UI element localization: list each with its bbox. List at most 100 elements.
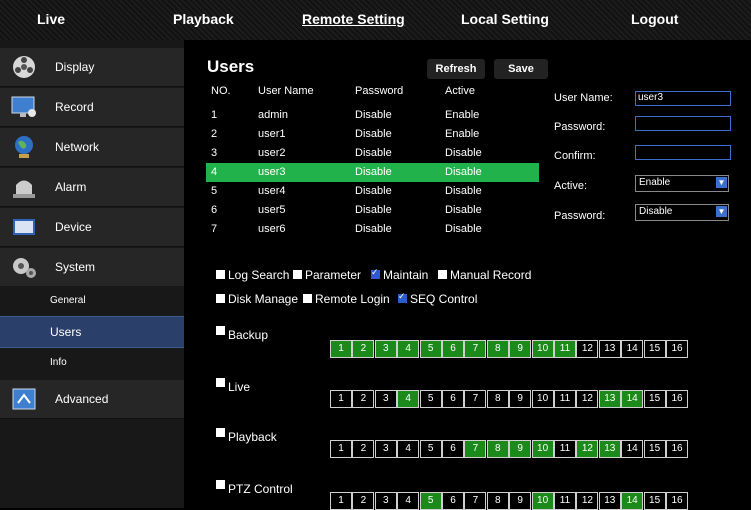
channel-toggle[interactable]: 8	[486, 340, 509, 358]
channel-toggle[interactable]: 5	[419, 390, 442, 408]
channel-toggle[interactable]: 2	[352, 340, 375, 358]
channel-toggle[interactable]: 14	[621, 390, 644, 408]
channel-toggle[interactable]: 14	[621, 440, 644, 458]
sidebar-sub-users[interactable]: Users	[0, 316, 184, 348]
channel-toggle[interactable]: 8	[486, 440, 509, 458]
table-row[interactable]: 1 admin Disable Enable	[206, 106, 539, 125]
checkbox-icon[interactable]	[438, 270, 447, 280]
channel-toggle[interactable]: 12	[576, 340, 599, 358]
nav-remote-setting[interactable]: Remote Setting	[302, 11, 405, 27]
confirm-field[interactable]	[635, 145, 731, 160]
group-backup-checkbox[interactable]: Backup	[216, 326, 268, 342]
channel-toggle[interactable]: 3	[374, 390, 397, 408]
nav-logout[interactable]: Logout	[631, 11, 678, 27]
channel-toggle[interactable]: 16	[666, 492, 688, 510]
permission-disk-manage-checkbox[interactable]: Disk Manage	[216, 292, 298, 306]
table-row[interactable]: 5 user4 Disable Disable	[206, 182, 539, 201]
channel-toggle[interactable]: 11	[554, 340, 576, 358]
channel-toggle[interactable]: 9	[509, 390, 532, 408]
password-mode-select[interactable]: Disable ▼	[635, 204, 729, 221]
group-ptz-control-checkbox[interactable]: PTZ Control	[216, 480, 293, 496]
channel-toggle[interactable]: 7	[464, 390, 487, 408]
channel-toggle[interactable]: 11	[554, 390, 576, 408]
sidebar-sub-general[interactable]: General	[0, 286, 184, 316]
active-select[interactable]: Enable ▼	[635, 175, 729, 192]
channel-toggle[interactable]: 12	[576, 440, 599, 458]
permission-parameter-checkbox[interactable]: Parameter	[293, 268, 361, 282]
checkbox-icon[interactable]	[303, 294, 312, 304]
channel-toggle[interactable]: 10	[531, 390, 554, 408]
permission-maintain-checkbox[interactable]: Maintain	[371, 267, 428, 282]
table-row[interactable]: 3 user2 Disable Disable	[206, 144, 539, 163]
sidebar-item-device[interactable]: Device	[0, 208, 184, 247]
sidebar-item-display[interactable]: Display	[0, 48, 184, 87]
channel-toggle[interactable]: 7	[464, 340, 487, 358]
channel-toggle[interactable]: 16	[666, 440, 688, 458]
channel-toggle[interactable]: 15	[643, 340, 666, 358]
channel-toggle[interactable]: 13	[598, 492, 621, 510]
channel-toggle[interactable]: 9	[509, 340, 532, 358]
channel-toggle[interactable]: 13	[598, 440, 621, 458]
checkbox-icon[interactable]	[216, 294, 225, 304]
table-row[interactable]: 2 user1 Disable Enable	[206, 125, 539, 144]
checkbox-icon[interactable]	[216, 378, 225, 388]
channel-toggle[interactable]: 15	[643, 492, 666, 510]
channel-toggle[interactable]: 4	[397, 492, 420, 510]
sidebar-item-network[interactable]: Network	[0, 128, 184, 167]
permission-seq-control-checkbox[interactable]: SEQ Control	[398, 291, 477, 306]
refresh-button[interactable]: Refresh	[427, 59, 485, 79]
channel-toggle[interactable]: 15	[643, 390, 666, 408]
channel-toggle[interactable]: 11	[554, 492, 576, 510]
channel-toggle[interactable]: 10	[531, 492, 554, 510]
channel-toggle[interactable]: 14	[621, 492, 644, 510]
channel-toggle[interactable]: 6	[442, 390, 464, 408]
channel-toggle[interactable]: 3	[374, 440, 397, 458]
channel-toggle[interactable]: 2	[352, 492, 375, 510]
channel-toggle[interactable]: 14	[621, 340, 644, 358]
channel-toggle[interactable]: 3	[374, 492, 397, 510]
table-row[interactable]: 4 user3 Disable Disable	[206, 163, 539, 182]
table-row[interactable]: 7 user6 Disable Disable	[206, 220, 539, 239]
sidebar-item-record[interactable]: Record	[0, 88, 184, 127]
checkbox-icon[interactable]	[371, 267, 380, 280]
sidebar-item-system[interactable]: System	[0, 248, 184, 287]
checkbox-icon[interactable]	[216, 326, 225, 336]
channel-toggle[interactable]: 1	[330, 340, 352, 358]
group-live-checkbox[interactable]: Live	[216, 378, 250, 394]
channel-toggle[interactable]: 6	[442, 340, 464, 358]
channel-toggle[interactable]: 12	[576, 390, 599, 408]
channel-toggle[interactable]: 15	[643, 440, 666, 458]
channel-toggle[interactable]: 7	[464, 440, 487, 458]
nav-live[interactable]: Live	[37, 11, 65, 27]
password-field[interactable]	[635, 116, 731, 131]
channel-toggle[interactable]: 3	[374, 340, 397, 358]
channel-toggle[interactable]: 5	[419, 492, 442, 510]
channel-toggle[interactable]: 4	[397, 340, 420, 358]
checkbox-icon[interactable]	[398, 291, 407, 304]
channel-toggle[interactable]: 7	[464, 492, 487, 510]
channel-toggle[interactable]: 2	[352, 440, 375, 458]
channel-toggle[interactable]: 9	[509, 440, 532, 458]
sidebar-item-advanced[interactable]: Advanced	[0, 380, 184, 419]
channel-toggle[interactable]: 16	[666, 390, 688, 408]
channel-toggle[interactable]: 4	[397, 440, 420, 458]
checkbox-icon[interactable]	[216, 480, 225, 490]
channel-toggle[interactable]: 10	[531, 440, 554, 458]
nav-local-setting[interactable]: Local Setting	[461, 11, 549, 27]
channel-toggle[interactable]: 13	[598, 390, 621, 408]
channel-toggle[interactable]: 4	[397, 390, 420, 408]
checkbox-icon[interactable]	[216, 428, 225, 438]
channel-toggle[interactable]: 1	[330, 440, 352, 458]
channel-toggle[interactable]: 6	[442, 492, 464, 510]
username-field[interactable]: user3	[635, 91, 731, 106]
channel-toggle[interactable]: 5	[419, 440, 442, 458]
permission-log-search-checkbox[interactable]: Log Search	[216, 268, 289, 282]
channel-toggle[interactable]: 2	[352, 390, 375, 408]
channel-toggle[interactable]: 12	[576, 492, 599, 510]
sidebar-item-alarm[interactable]: Alarm	[0, 168, 184, 207]
channel-toggle[interactable]: 5	[419, 340, 442, 358]
permission-remote-login-checkbox[interactable]: Remote Login	[303, 292, 390, 306]
channel-toggle[interactable]: 6	[442, 440, 464, 458]
channel-toggle[interactable]: 1	[330, 492, 352, 510]
channel-toggle[interactable]: 16	[666, 340, 688, 358]
